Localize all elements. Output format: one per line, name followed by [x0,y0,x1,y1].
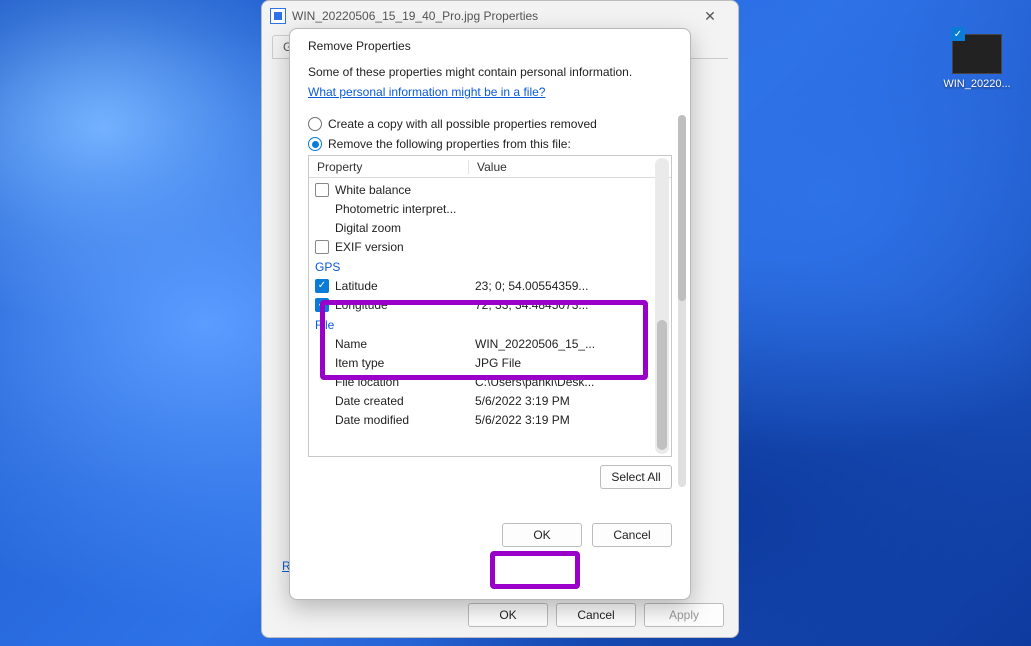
properties-grid: Property Value White balance Photometric… [308,155,672,457]
properties-titlebar[interactable]: WIN_20220506_15_19_40_Pro.jpg Properties… [262,1,738,31]
radio-create-copy[interactable]: Create a copy with all possible properti… [308,117,672,131]
checkbox-icon[interactable] [315,240,329,254]
properties-cancel-button[interactable]: Cancel [556,603,636,627]
close-icon[interactable]: ✕ [690,8,730,25]
radio-remove-following-label: Remove the following properties from thi… [328,137,571,151]
radio-create-copy-label: Create a copy with all possible properti… [328,117,597,131]
radio-remove-following[interactable]: Remove the following properties from thi… [308,137,672,151]
cancel-button[interactable]: Cancel [592,523,672,547]
dialog-title: Remove Properties [290,39,690,61]
select-all-button[interactable]: Select All [600,465,672,489]
file-thumbnail: ✓ [952,34,1002,74]
properties-title: WIN_20220506_15_19_40_Pro.jpg Properties [292,9,690,23]
column-property[interactable]: Property [309,160,469,174]
row-date-created[interactable]: Date created 5/6/2022 3:19 PM [309,391,671,410]
row-name[interactable]: Name WIN_20220506_15_... [309,334,671,353]
grid-scrollbar[interactable] [655,158,669,454]
desktop-file-label: WIN_20220... [941,78,1013,90]
row-date-modified[interactable]: Date modified 5/6/2022 3:19 PM [309,410,671,429]
row-exif-version[interactable]: EXIF version [309,237,671,256]
checkmark-icon: ✓ [951,27,965,41]
dialog-intro-text: Some of these properties might contain p… [308,65,672,79]
ok-button[interactable]: OK [502,523,582,547]
desktop-file-icon[interactable]: ✓ WIN_20220... [941,34,1013,90]
scrollbar-thumb[interactable] [678,115,686,301]
dialog-scrollbar[interactable] [678,115,686,487]
column-value[interactable]: Value [469,160,671,174]
grid-body[interactable]: White balance Photometric interpret... D… [309,178,671,456]
row-longitude[interactable]: ✓ Longitude 72; 33; 34.4845073... [309,295,671,314]
row-white-balance[interactable]: White balance [309,180,671,199]
row-file-location[interactable]: File location C:\Users\panki\Desk... [309,372,671,391]
group-file: File [309,314,671,334]
help-link[interactable]: What personal information might be in a … [308,85,545,99]
radio-icon [308,137,322,151]
properties-apply-button[interactable]: Apply [644,603,724,627]
properties-ok-button[interactable]: OK [468,603,548,627]
row-item-type[interactable]: Item type JPG File [309,353,671,372]
scrollbar-thumb[interactable] [657,320,667,450]
checkbox-checked-icon[interactable]: ✓ [315,279,329,293]
radio-icon [308,117,322,131]
remove-properties-dialog: Remove Properties Some of these properti… [289,28,691,600]
image-file-icon [270,8,286,24]
row-latitude[interactable]: ✓ Latitude 23; 0; 54.00554359... [309,276,671,295]
checkbox-icon[interactable] [315,183,329,197]
row-photometric[interactable]: Photometric interpret... [309,199,671,218]
group-gps: GPS [309,256,671,276]
grid-header: Property Value [309,156,671,178]
checkbox-checked-icon[interactable]: ✓ [315,298,329,312]
row-digital-zoom[interactable]: Digital zoom [309,218,671,237]
